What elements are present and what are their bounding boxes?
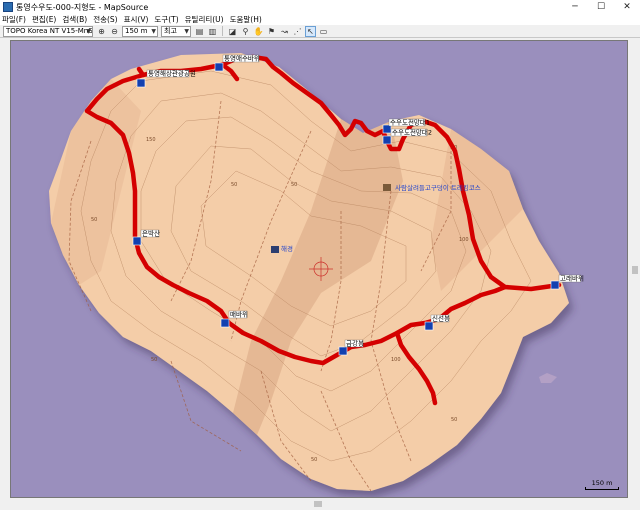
map-scale-bar: 150 m [585, 479, 619, 490]
menu-find[interactable]: 검색(B) [62, 14, 87, 25]
waypoint-label: 매바위 [230, 310, 248, 319]
horizontal-scrollbar[interactable] [10, 499, 630, 510]
menu-edit[interactable]: 편집(E) [32, 14, 56, 25]
chevron-down-icon: ▼ [184, 27, 189, 35]
scale-label: 150 m [591, 479, 613, 487]
scale-bar-line [585, 487, 619, 490]
menu-bar: 파일(F) 편집(E) 검색(B) 전송(S) 표시(V) 도구(T) 유틸리티… [0, 14, 640, 25]
waypoint-marker[interactable]: 사람살려들고구덩이 트레킹코스 [383, 183, 481, 192]
svg-text:100: 100 [459, 237, 469, 243]
map-select-icon[interactable]: ◪ [227, 26, 238, 37]
sea-rock [539, 373, 557, 383]
hand-tool-icon[interactable]: ✋ [253, 26, 264, 37]
svg-text:50: 50 [231, 182, 237, 188]
menu-file[interactable]: 파일(F) [2, 14, 26, 25]
zoom-scale-select[interactable]: 150 m ▼ [122, 25, 158, 37]
waypoint-label: 신선봉 [432, 314, 450, 323]
vertical-scrollbar[interactable] [630, 40, 640, 498]
waypoint-label: 사람살려들고구덩이 트레킹코스 [395, 183, 481, 192]
send-to-device-icon[interactable]: ▤ [194, 26, 205, 37]
menu-utilities[interactable]: 유틸리티(U) [185, 14, 224, 25]
window-title: 통영수우도-000-지형도 - MapSource [16, 2, 149, 12]
map-product-value: TOPO Korea NT V15-MnSoft [6, 26, 93, 35]
horizontal-scroll-thumb[interactable] [314, 501, 322, 507]
waypoint-label: 해경 [281, 244, 293, 253]
detail-level-select[interactable]: 최고 ▼ [161, 25, 191, 37]
menu-tools[interactable]: 도구(T) [154, 14, 178, 25]
zoom-out-icon[interactable]: ⊖ [109, 26, 120, 37]
svg-text:50: 50 [91, 217, 97, 223]
vertical-scroll-thumb[interactable] [632, 266, 638, 274]
chevron-down-icon: ▼ [86, 27, 91, 35]
title-bar: 통영수우도-000-지형도 - MapSource ─ ☐ ✕ [0, 0, 640, 14]
svg-text:50: 50 [151, 357, 157, 363]
route-tool-icon[interactable]: ↝ [279, 26, 290, 37]
map-product-select[interactable]: TOPO Korea NT V15-MnSoft ▼ [3, 25, 93, 37]
menu-help[interactable]: 도움말(H) [230, 14, 262, 25]
close-button[interactable]: ✕ [614, 0, 640, 14]
toolbar-separator [222, 26, 223, 36]
map-canvas[interactable]: 150 50 50 50 50 100 100 50 50 50 통영해상관광공… [10, 40, 628, 498]
track-tool-icon[interactable]: ⋰ [292, 26, 303, 37]
selection-tool-icon[interactable]: ↖ [305, 25, 316, 37]
waypoint-label: 수우도전망대2 [392, 128, 432, 137]
svg-text:100: 100 [391, 357, 401, 363]
map-svg[interactable]: 150 50 50 50 50 100 100 50 50 50 통영해상관광공… [11, 41, 628, 498]
waypoint-label: 통영애수바위 [224, 54, 260, 63]
maximize-button[interactable]: ☐ [588, 0, 614, 14]
waypoint-label: 고래바위 [560, 274, 584, 283]
waypoint-label: 은박산 [142, 229, 160, 238]
measure-tool-icon[interactable]: ▭ [318, 26, 329, 37]
receive-from-device-icon[interactable]: ▥ [207, 26, 218, 37]
zoom-in-icon[interactable]: ⊕ [96, 26, 107, 37]
menu-transfer[interactable]: 전송(S) [93, 14, 117, 25]
svg-text:150: 150 [146, 137, 156, 143]
menu-view[interactable]: 표시(V) [124, 14, 149, 25]
waypoint-label: 통영해상관광공원 [148, 69, 196, 78]
toolbar: TOPO Korea NT V15-MnSoft ▼ ⊕ ⊖ 150 m ▼ 최고 ▼… [0, 25, 640, 38]
svg-text:50: 50 [291, 182, 297, 188]
chevron-down-icon: ▼ [151, 27, 156, 35]
zoom-tool-icon[interactable]: ⚲ [240, 26, 251, 37]
waypoint-tool-icon[interactable]: ⚑ [266, 26, 277, 37]
detail-level-value: 최고 [164, 26, 177, 35]
minimize-button[interactable]: ─ [562, 0, 588, 14]
app-icon [3, 2, 13, 12]
svg-text:50: 50 [311, 457, 317, 463]
waypoint-label: 금강봉 [346, 339, 364, 348]
zoom-scale-value: 150 m [125, 26, 148, 35]
svg-text:50: 50 [451, 417, 457, 423]
waypoint-label: 수우도전망대1 [390, 118, 430, 127]
